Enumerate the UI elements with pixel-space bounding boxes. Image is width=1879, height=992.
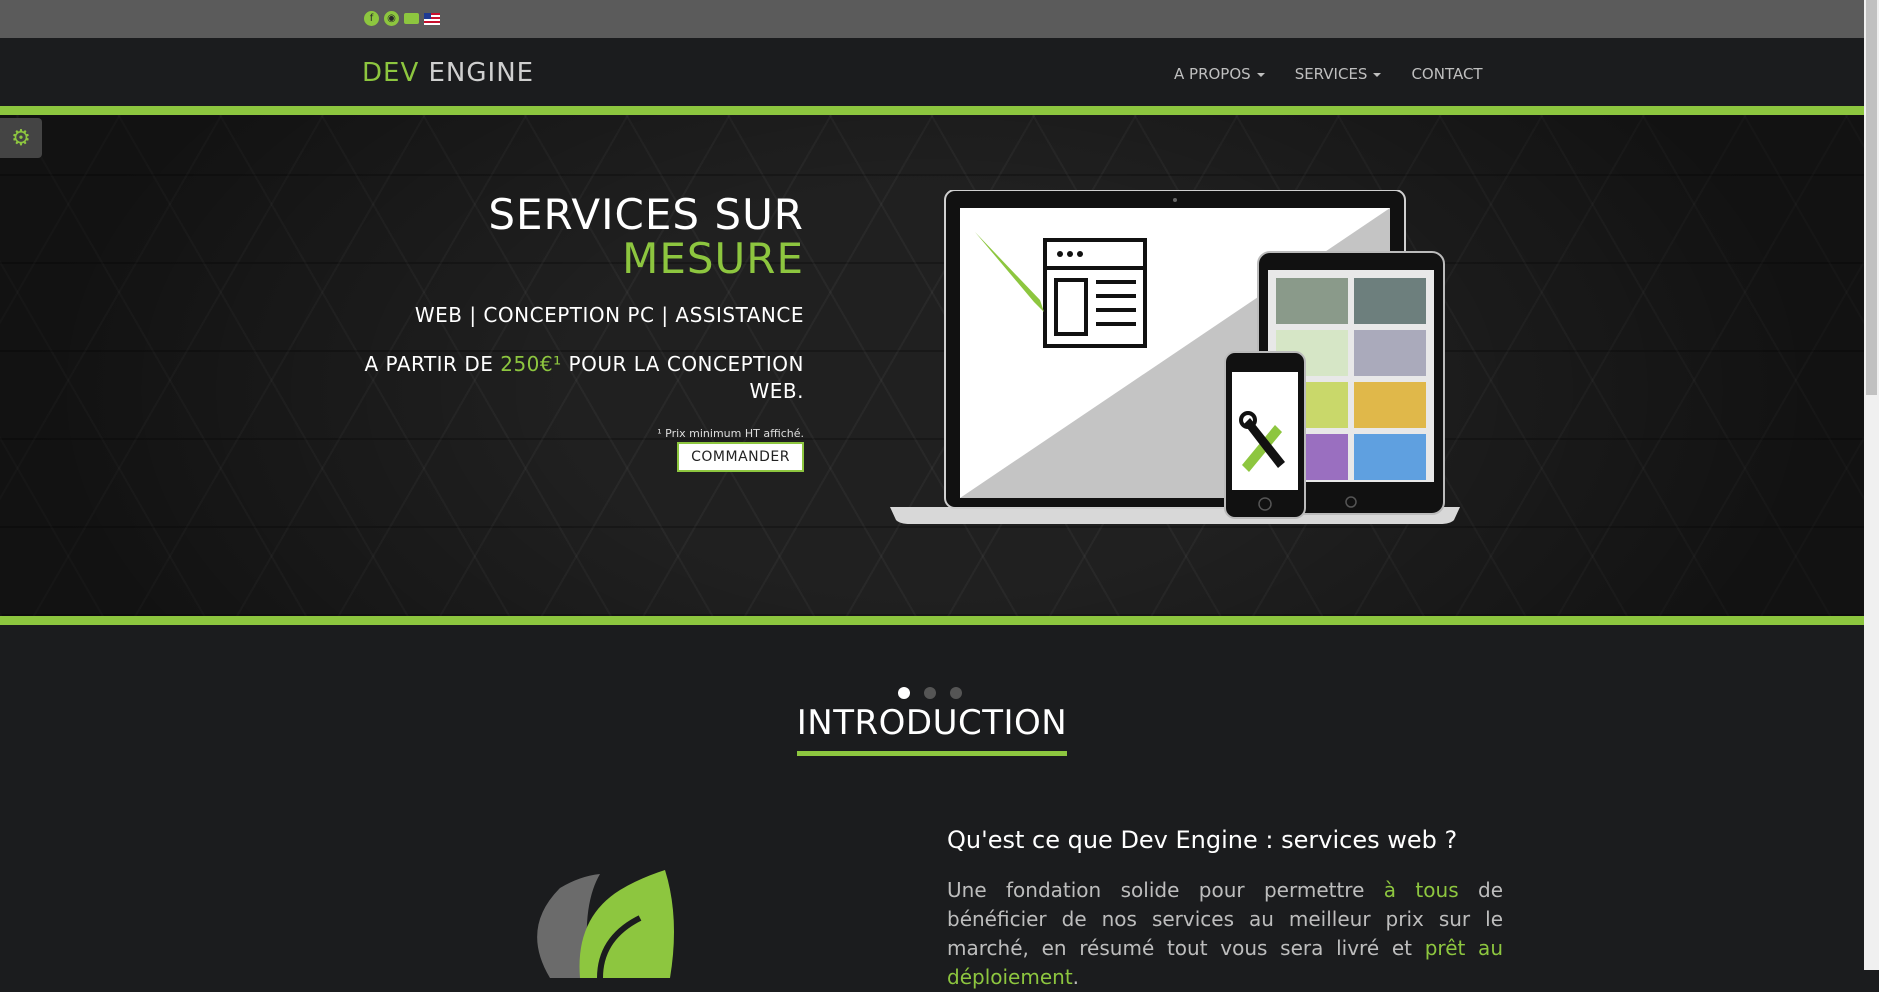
carousel-indicators: [898, 687, 962, 699]
carousel-dot-3[interactable]: [950, 687, 962, 699]
carousel-dot-2[interactable]: [924, 687, 936, 699]
nav-label: SERVICES: [1294, 65, 1368, 83]
nav-item-contact[interactable]: CONTACT: [1411, 65, 1482, 83]
price-footnote: ¹ Prix minimum HT affiché.: [657, 427, 804, 440]
leaf-logo-icon: [537, 870, 674, 978]
nav-item-services[interactable]: SERVICES: [1295, 65, 1382, 83]
nav-item-a-propos[interactable]: A PROPOS: [1174, 65, 1265, 83]
price-suffix: POUR LA CONCEPTION WEB.: [561, 352, 804, 403]
discord-icon[interactable]: ◉: [384, 11, 399, 26]
top-divider: [0, 106, 1864, 115]
hero-title: SERVICES SUR: [488, 190, 804, 239]
intro-section: INTRODUCTION: [0, 703, 1864, 756]
top-bar: f ◉: [0, 0, 1864, 38]
hero-price: A PARTIR DE 250€¹ POUR LA CONCEPTION WEB…: [344, 351, 804, 405]
intro-question: Qu'est ce que Dev Engine : services web …: [947, 826, 1458, 854]
brand-logo-part2: ENGINE: [428, 58, 535, 88]
brand-logo[interactable]: DEV ENGINE: [362, 58, 534, 88]
hero-subtitle: WEB | CONCEPTION PC | ASSISTANCE: [414, 303, 804, 327]
caret-down-icon: [1373, 72, 1382, 77]
us-flag-icon[interactable]: [424, 13, 440, 25]
caret-down-icon: [1256, 72, 1265, 77]
carousel-dot-1[interactable]: [898, 687, 910, 699]
page-scrollbar[interactable]: [1864, 0, 1879, 970]
phone-illustration: [1224, 351, 1306, 519]
mail-icon[interactable]: [404, 13, 419, 24]
navbar: DEV ENGINE A PROPOS SERVICES CONTACT: [0, 38, 1864, 106]
hero-text: SERVICES SUR MESURE WEB | CONCEPTION PC …: [344, 193, 804, 472]
nav-label: CONTACT: [1411, 65, 1483, 83]
settings-gear-icon[interactable]: ⚙: [0, 118, 42, 158]
nav-label: A PROPOS: [1174, 65, 1251, 83]
devices-illustration: [890, 190, 1460, 524]
social-icons: f ◉: [364, 11, 440, 26]
hero-title-highlight: MESURE: [622, 234, 804, 283]
intro-paragraph: Une fondation solide pour permettre à to…: [947, 876, 1503, 992]
intro-text-3: .: [1072, 965, 1080, 989]
brand-logo-part1: DEV: [362, 58, 420, 88]
bottom-divider: [0, 616, 1864, 625]
scrollbar-thumb[interactable]: [1866, 0, 1877, 395]
intro-text-1: Une fondation solide pour permettre: [947, 878, 1384, 902]
main-nav: A PROPOS SERVICES CONTACT: [1174, 65, 1483, 83]
intro-heading: INTRODUCTION: [796, 703, 1068, 756]
price-footnote-mark: ¹: [553, 352, 562, 376]
order-button[interactable]: COMMANDER: [677, 442, 804, 472]
hero-carousel: SERVICES SUR MESURE WEB | CONCEPTION PC …: [0, 115, 1864, 699]
price-prefix: A PARTIR DE: [364, 352, 501, 376]
price-value: 250€: [500, 352, 554, 376]
intro-highlight-1: à tous: [1383, 878, 1459, 902]
facebook-icon[interactable]: f: [364, 11, 379, 26]
